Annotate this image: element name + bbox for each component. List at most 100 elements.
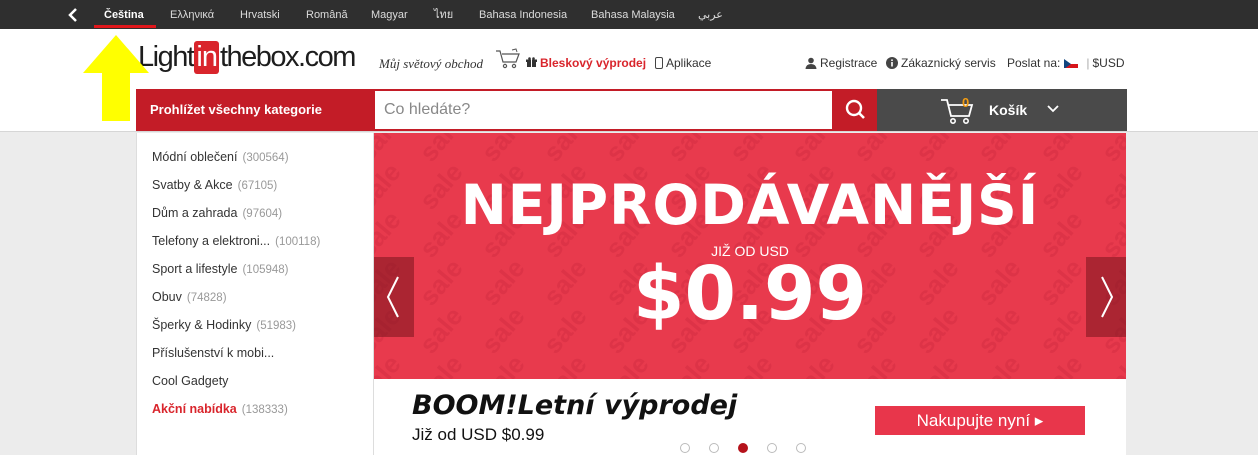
site-logo[interactable]: Light in thebox.com (138, 41, 356, 81)
annotation-arrow-up-icon (83, 35, 149, 121)
category-item-weddings[interactable]: Svatby & Akce (67105) (152, 178, 277, 192)
category-item-fashion[interactable]: Módní oblečení (300564) (152, 150, 289, 164)
category-label: Svatby & Akce (152, 178, 233, 192)
category-count: (100118) (275, 236, 321, 248)
category-count: (67105) (237, 180, 278, 192)
flash-sale-link[interactable]: Bleskový výprodej (526, 56, 646, 70)
site-tagline: Můj světový obchod (379, 56, 483, 71)
category-count: (300564) (242, 152, 289, 164)
language-item-greek[interactable]: Ελληνικά (170, 0, 214, 29)
category-item-deals[interactable]: Akční nabídka (138333) (152, 402, 288, 416)
customer-service-label: Zákaznický servis (901, 56, 996, 70)
category-label: Šperky & Hodinky (152, 318, 252, 332)
language-item-croatian[interactable]: Hrvatski (240, 0, 280, 29)
sale-watermark-text: sale (723, 349, 779, 379)
sale-watermark-text: sale (1033, 349, 1089, 379)
ship-to-label: Poslat na: (1007, 56, 1061, 70)
category-label: Cool Gadgety (152, 374, 229, 388)
category-count: (74828) (186, 292, 227, 304)
language-item-hungarian[interactable]: Magyar (371, 0, 408, 29)
promo-title: BOOM!Letní výprodej (412, 390, 738, 421)
sale-watermark-text: sale (847, 349, 903, 379)
search-button[interactable] (834, 89, 877, 131)
cart-count: 0 (962, 95, 970, 110)
shop-now-button[interactable]: Nakupujte nyní ▸ (875, 406, 1085, 435)
sale-watermark-text: sale (785, 349, 841, 379)
cart-button[interactable]: 0 Košík (877, 89, 1127, 131)
ship-to-selector[interactable]: Poslat na: | $USD (1007, 56, 1125, 70)
currency-selector[interactable]: $USD (1093, 56, 1125, 70)
category-label: Obuv (152, 290, 182, 304)
chevron-right-icon (1101, 276, 1114, 318)
language-item-arabic[interactable]: عربي (698, 0, 723, 29)
carousel-dot[interactable] (796, 443, 806, 453)
language-item-malay[interactable]: Bahasa Malaysia (591, 0, 675, 29)
category-item-phones-electronics[interactable]: Telefony a elektroni... (100118) (152, 234, 320, 248)
util-separator: | (1086, 56, 1090, 70)
promo-from-price: Již od USD $0.99 (412, 425, 545, 444)
czech-flag-icon (1064, 58, 1079, 68)
logo-text-rest: thebox.com (219, 41, 356, 73)
carousel-prev-button[interactable] (374, 257, 414, 337)
category-item-cool-gadgets[interactable]: Cool Gadgety (152, 374, 233, 388)
category-count: (138333) (241, 404, 288, 416)
info-icon (886, 57, 898, 69)
carousel-dot[interactable] (680, 443, 690, 453)
language-bar: Čeština Ελληνικά Hrvatski Română Magyar … (0, 0, 1258, 29)
carousel-dot-active[interactable] (738, 443, 748, 453)
sale-watermark-text: sale (599, 349, 655, 379)
search-icon (845, 99, 865, 119)
app-label: Aplikace (666, 56, 712, 70)
banner-headline: NEJPRODÁVANĚJŠÍ (460, 173, 1040, 237)
sale-watermark-text: sale (374, 349, 407, 379)
category-label: Příslušenství k mobi... (152, 346, 275, 360)
category-sidebar: Módní oblečení (300564) Svatby & Akce (671… (136, 133, 374, 455)
category-item-sport-lifestyle[interactable]: Sport a lifestyle (105948) (152, 262, 289, 276)
phone-icon (655, 57, 663, 69)
carousel-dot[interactable] (709, 443, 719, 453)
sale-watermark-text: sale (909, 349, 965, 379)
sale-watermark-text: sale (971, 349, 1027, 379)
sale-watermark-text: sale (537, 349, 593, 379)
sale-watermark-text: sale (413, 349, 469, 379)
sale-watermark-text: sale (661, 349, 717, 379)
language-item-indonesian[interactable]: Bahasa Indonesia (479, 0, 567, 29)
register-link[interactable]: Registrace (805, 56, 877, 70)
chevron-left-icon[interactable] (66, 7, 82, 23)
category-count: (105948) (242, 264, 289, 276)
flash-sale-label: Bleskový výprodej (540, 56, 647, 70)
main-nav-bar: Prohlížet všechny kategorie Co hledáte? … (136, 89, 1127, 131)
user-icon (805, 57, 817, 69)
site-header: Light in thebox.com Můj světový obchod Ble… (0, 29, 1258, 132)
category-label: Akční nabídka (152, 402, 237, 416)
cart-label: Košík (989, 102, 1028, 118)
sale-watermark-text: sale (475, 349, 531, 379)
category-label: Módní oblečení (152, 150, 238, 164)
carousel-next-button[interactable] (1086, 257, 1126, 337)
chevron-down-icon (1047, 105, 1059, 113)
hero-banner[interactable]: sale sale sale sale sale sale sale sale sale sale… (374, 133, 1126, 379)
shopping-cart-outline-icon (496, 48, 520, 69)
language-item-romanian[interactable]: Română (306, 0, 348, 29)
category-count: (97604) (242, 208, 283, 220)
customer-service-link[interactable]: Zákaznický servis (886, 56, 996, 70)
app-link[interactable]: Aplikace (655, 56, 711, 70)
category-label: Dům a zahrada (152, 206, 238, 220)
category-item-home-garden[interactable]: Dům a zahrada (97604) (152, 206, 282, 220)
language-item-thai[interactable]: ไทย (434, 0, 453, 29)
gift-icon (526, 57, 537, 68)
banner-price: $0.99 (632, 251, 868, 337)
category-item-jewelry-watches[interactable]: Šperky & Hodinky (51983) (152, 318, 296, 332)
category-item-mobile-accessories[interactable]: Příslušenství k mobi... (152, 346, 279, 360)
register-label: Registrace (820, 56, 878, 70)
active-language-indicator (94, 25, 156, 28)
category-label: Telefony a elektroni... (152, 234, 271, 248)
search-input[interactable]: Co hledáte? (374, 89, 834, 131)
category-label: Sport a lifestyle (152, 262, 238, 276)
category-item-shoes[interactable]: Obuv (74828) (152, 290, 227, 304)
promo-strip: BOOM!Letní výprodej Již od USD $0.99 Nak… (374, 379, 1126, 455)
category-count: (51983) (256, 320, 296, 332)
chevron-left-icon (386, 276, 399, 318)
carousel-dot[interactable] (767, 443, 777, 453)
all-categories-button[interactable]: Prohlížet všechny kategorie (136, 89, 374, 131)
